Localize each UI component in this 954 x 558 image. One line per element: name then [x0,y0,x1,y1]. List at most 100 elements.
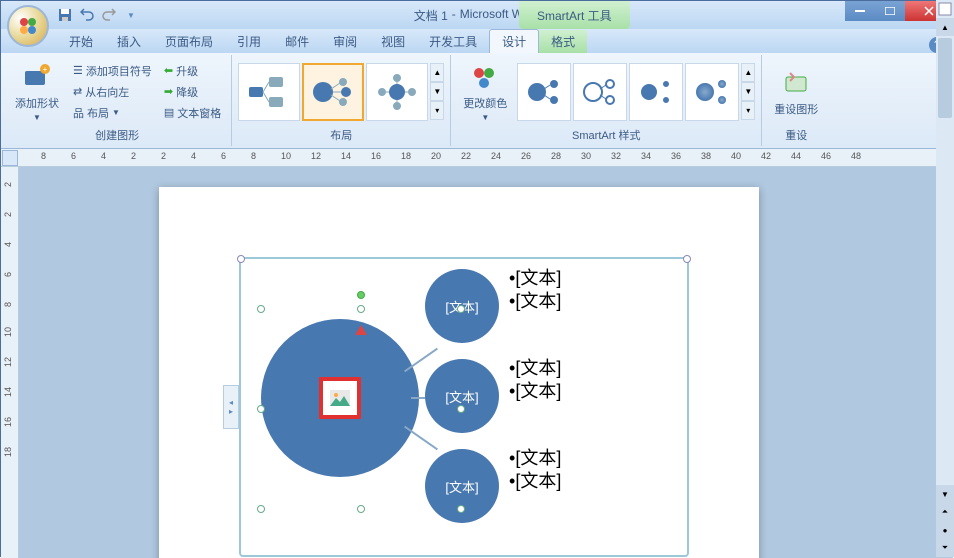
layout-option-1[interactable] [238,63,300,121]
group-label: SmartArt 样式 [457,126,755,144]
resize-handle[interactable] [457,305,465,313]
workspace: 224681012141618 ◂▸ [文本] [文本] [文本] •[文本] … [1,167,953,558]
change-colors-button[interactable]: 更改颜色 ▼ [457,57,513,126]
ruler-mark: 40 [731,151,741,161]
text-pane-toggle[interactable]: ◂▸ [223,385,239,429]
tab-mailings[interactable]: 邮件 [273,30,321,53]
promote-button[interactable]: ⬅升级 [160,61,225,81]
tab-design[interactable]: 设计 [489,29,539,53]
group-label: 创建图形 [9,126,225,144]
group-label: 布局 [238,126,444,144]
style-option-1[interactable] [517,63,571,121]
tab-insert[interactable]: 插入 [105,30,153,53]
layout-icon: 品 [73,105,84,121]
scroll-up-button[interactable]: ▲ [936,18,954,36]
ruler-mark: 48 [851,151,861,161]
scroll-down-button[interactable]: ▼ [936,485,954,503]
vertical-ruler[interactable]: 224681012141618 [1,167,19,558]
rotate-handle[interactable] [357,291,365,299]
text-pane-button[interactable]: ▤文本窗格 [160,103,225,123]
style-option-3[interactable] [629,63,683,121]
prev-page-button[interactable]: ⏶ [936,503,954,521]
tab-references[interactable]: 引用 [225,30,273,53]
document-area[interactable]: ◂▸ [文本] [文本] [文本] •[文本] •[文本] •[文本] [19,167,953,558]
demote-button[interactable]: ➡降级 [160,82,225,102]
ruler-mark: 20 [431,151,441,161]
browse-object-button[interactable]: ● [936,521,954,539]
resize-handle[interactable] [457,405,465,413]
ruler-mark: 8 [251,151,256,161]
tab-developer[interactable]: 开发工具 [417,30,489,53]
group-create-graphic: + 添加形状 ▼ ☰添加项目符号 ⇄从右向左 品布局▼ ⬅升级 ➡降级 ▤文本窗… [3,55,232,146]
gallery-down-button[interactable]: ▼ [741,82,755,101]
ruler-mark: 10 [281,151,291,161]
layout-option-2[interactable] [302,63,364,121]
gallery-more-button[interactable]: ▾ [430,101,444,120]
rtl-icon: ⇄ [73,85,82,98]
bullet-item: •[文本] [509,380,561,403]
tab-view[interactable]: 视图 [369,30,417,53]
smartart-bullet-group[interactable]: •[文本] •[文本] [509,267,561,314]
style-option-2[interactable] [573,63,627,121]
group-styles: 更改颜色 ▼ ▲ ▼ ▾ SmartArt 样式 [451,55,762,146]
add-shape-button[interactable]: + 添加形状 ▼ [9,57,65,126]
ruler-mark: 22 [461,151,471,161]
vertical-scrollbar[interactable]: ▲ ▼ ⏶ ● ⏷ [936,0,954,557]
adjustment-handle[interactable] [355,325,367,335]
ruler-mark: 10 [3,327,13,337]
office-button[interactable] [7,5,49,47]
view-ruler-toggle[interactable] [938,2,952,16]
undo-icon[interactable] [79,7,95,23]
add-bullet-button[interactable]: ☰添加项目符号 [69,61,156,81]
ruler-mark: 36 [671,151,681,161]
resize-handle[interactable] [457,505,465,513]
gallery-more-button[interactable]: ▾ [741,101,755,120]
rtl-button[interactable]: ⇄从右向左 [69,82,156,102]
demote-icon: ➡ [164,85,173,98]
ruler-mark: 6 [71,151,76,161]
resize-handle[interactable] [357,505,365,513]
tab-pagelayout[interactable]: 页面布局 [153,30,225,53]
tab-home[interactable]: 开始 [57,30,105,53]
resize-handle[interactable] [257,305,265,313]
minimize-button[interactable] [845,1,875,21]
layout-button[interactable]: 品布局▼ [69,103,156,123]
horizontal-ruler[interactable]: 8642246810121416182022242628303234363840… [1,149,953,167]
ruler-mark: 12 [3,357,13,367]
smartart-bullet-group[interactable]: •[文本] •[文本] [509,447,561,494]
contextual-tab-title: SmartArt 工具 [519,1,630,29]
group-reset: 重设图形 重设 [762,55,830,146]
smartart-graphic[interactable]: ◂▸ [文本] [文本] [文本] •[文本] •[文本] •[文本] [239,257,689,557]
scroll-thumb[interactable] [938,38,952,118]
ruler-mark: 28 [551,151,561,161]
gallery-up-button[interactable]: ▲ [741,63,755,82]
qat-dropdown-icon[interactable]: ▼ [123,7,139,23]
tab-format[interactable]: 格式 [539,30,587,53]
ruler-mark: 16 [371,151,381,161]
tab-selector[interactable] [2,150,18,166]
style-option-4[interactable] [685,63,739,121]
redo-icon[interactable] [101,7,117,23]
shape-selection [261,309,461,509]
resize-handle[interactable] [257,405,265,413]
resize-handle[interactable] [357,305,365,313]
document-name: 文档 1 [414,7,448,24]
ruler-mark: 4 [191,151,196,161]
resize-handle[interactable] [257,505,265,513]
save-icon[interactable] [57,7,73,23]
reset-graphic-button[interactable]: 重设图形 [768,63,824,121]
layout-option-3[interactable] [366,63,428,121]
gallery-down-button[interactable]: ▼ [430,82,444,101]
gallery-up-button[interactable]: ▲ [430,63,444,82]
ruler-mark: 8 [3,302,13,307]
ruler-mark: 2 [3,212,13,217]
style-gallery-expand: ▲ ▼ ▾ [741,63,755,121]
tab-review[interactable]: 审阅 [321,30,369,53]
maximize-button[interactable] [875,1,905,21]
smartart-bullet-group[interactable]: •[文本] •[文本] [509,357,561,404]
next-page-button[interactable]: ⏷ [936,539,954,557]
style-gallery: ▲ ▼ ▾ [517,63,755,121]
group-label: 重设 [768,126,824,144]
ruler-mark: 16 [3,417,13,427]
ruler-mark: 26 [521,151,531,161]
